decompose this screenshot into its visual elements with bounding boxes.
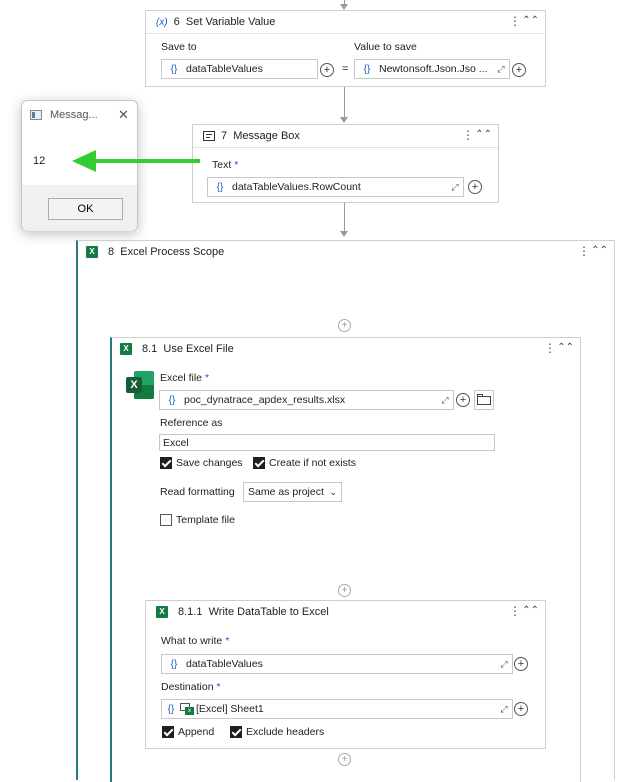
plus-circle-icon[interactable]: +	[514, 702, 528, 716]
collapse-icon[interactable]: ⌃⌃	[522, 15, 539, 27]
excel-icon: X	[156, 606, 168, 618]
plus-circle-icon[interactable]: +	[456, 393, 470, 407]
collapse-icon[interactable]: ⌃⌃	[522, 605, 539, 617]
excel-file-label: Excel file *	[160, 372, 210, 384]
activity-title: 6 Set Variable Value	[173, 16, 276, 28]
plus-circle-icon[interactable]: +	[320, 63, 334, 77]
activity-header[interactable]: (x) 6 Set Variable Value ⋮ ⌃⌃	[146, 11, 545, 34]
dialog-message: 12	[33, 155, 46, 167]
checkbox[interactable]	[160, 457, 172, 470]
append-checkbox[interactable]: Append	[162, 726, 214, 739]
message-box-activity[interactable]: 7 Message Box ⋮ ⌃⌃ Text * {} dataTableVa…	[192, 124, 499, 203]
template-file-checkbox[interactable]: Template file	[160, 514, 235, 527]
add-activity-plus-icon[interactable]: +	[338, 584, 351, 597]
activity-title: 8 Excel Process Scope	[108, 246, 225, 258]
exclude-headers-checkbox[interactable]: Exclude headers	[230, 726, 324, 739]
dialog-title: Messag...	[50, 109, 98, 121]
annotation-arrow	[72, 150, 200, 172]
save-changes-checkbox[interactable]: Save changes	[160, 457, 243, 470]
excel-file-icon: X	[126, 371, 154, 399]
connector-arrow	[340, 231, 348, 237]
connector-line	[344, 87, 345, 117]
read-formatting-dropdown[interactable]: Same as project ⌄	[243, 482, 342, 502]
expand-icon[interactable]: ⤢	[447, 182, 463, 193]
expression-brace-icon: {}	[170, 63, 178, 75]
close-icon[interactable]: ✕	[118, 107, 129, 123]
kebab-icon[interactable]: ⋮	[544, 342, 556, 354]
excel-icon: X	[86, 246, 98, 258]
add-activity-plus-icon[interactable]: +	[338, 319, 351, 332]
expression-brace-icon: {}	[363, 63, 371, 75]
activity-title: 8.1 Use Excel File	[142, 343, 234, 355]
what-to-write-label: What to write *	[161, 635, 230, 647]
folder-icon	[477, 396, 491, 405]
connector-line	[344, 203, 345, 231]
variable-icon: (x)	[156, 16, 168, 28]
chevron-down-icon: ⌄	[329, 487, 337, 497]
save-to-label: Save to	[161, 41, 197, 53]
add-activity-plus-icon[interactable]: +	[338, 753, 351, 766]
write-datatable-activity[interactable]: X 8.1.1 Write DataTable to Excel ⋮ ⌃⌃ Wh…	[145, 600, 546, 749]
kebab-icon[interactable]: ⋮	[578, 245, 590, 257]
collapse-icon[interactable]: ⌃⌃	[557, 342, 574, 354]
kebab-icon[interactable]: ⋮	[462, 129, 474, 141]
kebab-icon[interactable]: ⋮	[509, 605, 521, 617]
expand-icon[interactable]: ⤢	[496, 704, 512, 715]
expression-brace-icon: {}	[168, 394, 176, 406]
checkbox[interactable]	[162, 726, 174, 739]
activity-header[interactable]: X 8.1 Use Excel File ⋮ ⌃⌃	[112, 338, 580, 360]
checkbox[interactable]	[160, 514, 172, 527]
expand-icon[interactable]: ⤢	[493, 64, 509, 75]
create-if-not-exists-checkbox[interactable]: Create if not exists	[253, 457, 356, 470]
read-formatting-label: Read formatting	[160, 486, 235, 498]
checkbox[interactable]	[230, 726, 242, 739]
expand-icon[interactable]: ⤢	[437, 395, 453, 406]
excel-file-field[interactable]: {} poc_dynatrace_apdex_results.xlsx ⤢	[159, 390, 454, 410]
excel-sheet-icon: x	[180, 703, 194, 715]
activity-header[interactable]: X 8 Excel Process Scope ⋮ ⌃⌃	[78, 241, 614, 263]
kebab-icon[interactable]: ⋮	[509, 15, 521, 27]
reference-as-label: Reference as	[160, 417, 223, 429]
checkbox[interactable]	[253, 457, 265, 470]
connector-arrow	[340, 117, 348, 123]
plus-circle-icon[interactable]: +	[512, 63, 526, 77]
activity-header[interactable]: X 8.1.1 Write DataTable to Excel ⋮ ⌃⌃	[146, 601, 545, 623]
reference-as-field[interactable]: Excel	[159, 434, 495, 451]
plus-circle-icon[interactable]: +	[514, 657, 528, 671]
value-to-save-label: Value to save	[354, 41, 417, 53]
set-variable-value-activity[interactable]: (x) 6 Set Variable Value ⋮ ⌃⌃ Save to Va…	[145, 10, 546, 87]
window-icon	[30, 110, 42, 120]
expand-icon[interactable]: ⤢	[496, 659, 512, 670]
save-to-field[interactable]: {} dataTableValues	[161, 59, 318, 79]
text-field[interactable]: {} dataTableValues.RowCount ⤢	[207, 177, 464, 197]
destination-field[interactable]: {} x [Excel] Sheet1 ⤢	[161, 699, 513, 719]
activity-title: 7 Message Box	[221, 130, 300, 142]
value-to-save-field[interactable]: {} Newtonsoft.Json.Jso ... ⤢	[354, 59, 510, 79]
excel-icon: X	[120, 343, 132, 355]
text-label: Text *	[212, 159, 239, 171]
equals-sign: =	[342, 63, 349, 75]
collapse-icon[interactable]: ⌃⌃	[591, 245, 608, 257]
expression-brace-icon: {}	[216, 181, 224, 193]
ok-button[interactable]: OK	[48, 198, 123, 220]
plus-circle-icon[interactable]: +	[468, 180, 482, 194]
what-to-write-field[interactable]: {} dataTableValues ⤢	[161, 654, 513, 674]
expression-brace-icon: {}	[167, 703, 175, 715]
browse-folder-button[interactable]	[474, 390, 494, 410]
expression-brace-icon: {}	[170, 658, 178, 670]
activity-header[interactable]: 7 Message Box ⋮ ⌃⌃	[193, 125, 498, 148]
collapse-icon[interactable]: ⌃⌃	[475, 129, 492, 141]
message-box-icon	[203, 131, 215, 141]
activity-title: 8.1.1 Write DataTable to Excel	[178, 606, 329, 618]
destination-label: Destination *	[161, 681, 221, 693]
